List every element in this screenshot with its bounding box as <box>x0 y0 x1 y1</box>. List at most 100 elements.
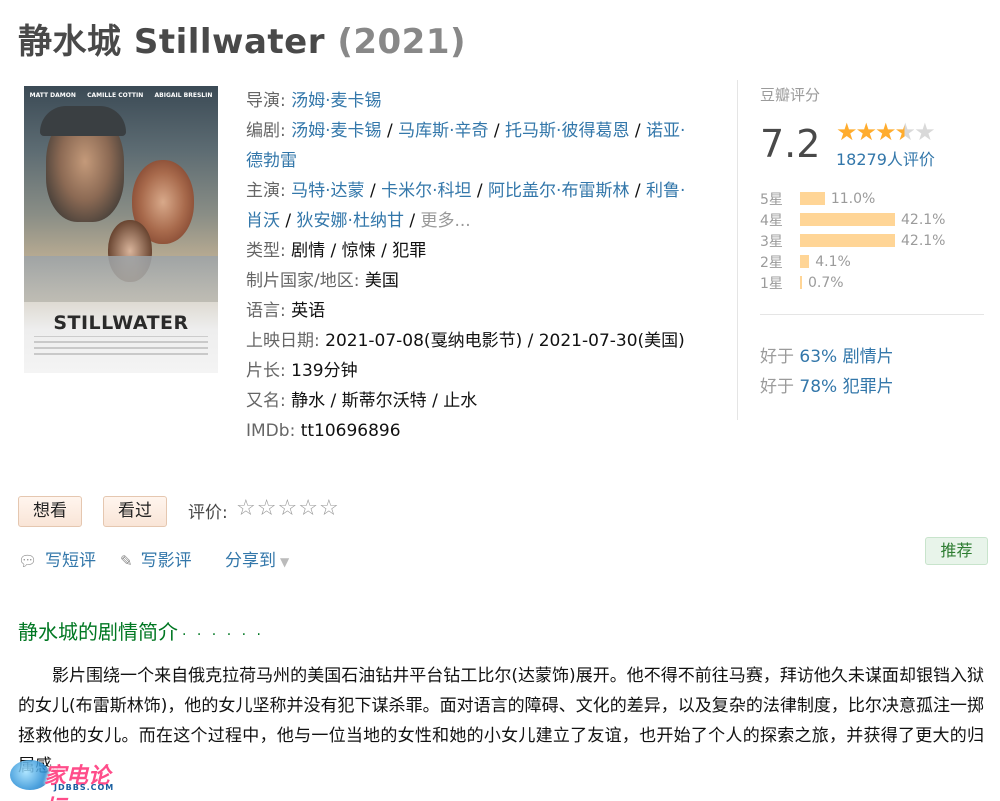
writers-label: 编剧: <box>246 121 286 141</box>
cast-more-link[interactable]: 更多... <box>421 211 471 231</box>
cast-link[interactable]: 马特·达蒙 <box>291 181 364 201</box>
runtime-row: 片长: 139分钟 <box>246 356 726 386</box>
star-icon: ★ <box>914 118 935 146</box>
rate-star-icon[interactable]: ☆ <box>319 496 340 521</box>
movie-poster[interactable]: MATT DAMON CAMILLE COTTIN ABIGAIL BRESLI… <box>24 86 218 373</box>
comment-icon: 💬︎ <box>18 552 38 570</box>
rating-bar-label: 3星 <box>760 233 783 250</box>
summary-title: 静水城的剧情简介 <box>18 620 178 644</box>
watermark-text: 家电论坛 <box>44 764 111 801</box>
better-prefix: 好于 <box>760 377 794 397</box>
summary-text: 影片围绕一个来自俄克拉荷马州的美国石油钻井平台钻工比尔(达蒙饰)展开。他不得不前… <box>18 666 984 776</box>
rating-panel: 豆瓣评分 7.2 ★★★★★ 18279人评价 5星 11.0% 4星 42.1% 3星… <box>737 80 984 420</box>
cast-link[interactable]: 卡米尔·科坦 <box>381 181 471 201</box>
star-icon: ★ <box>855 118 877 146</box>
watermark-sub: JDBBS.COM <box>54 783 115 792</box>
cast-label: 主演: <box>246 181 286 201</box>
rating-bar-percent: 0.7% <box>808 274 844 291</box>
page-title: 静水城 Stillwater (2021) <box>18 14 466 63</box>
short-review-link[interactable]: 💬︎ 写短评 <box>18 546 96 571</box>
better-link[interactable]: 78% 犯罪片 <box>799 377 893 397</box>
movie-info: 导演: 汤姆·麦卡锡 编剧: 汤姆·麦卡锡 / 马库斯·辛奇 / 托马斯·彼得葛… <box>246 86 726 446</box>
recommend-button[interactable]: 推荐 <box>925 537 988 565</box>
release-label: 上映日期: <box>246 331 320 351</box>
cast-link[interactable]: 肖沃 <box>246 211 280 231</box>
star-icon: ★ <box>875 118 896 146</box>
runtime-value: 139分钟 <box>291 361 358 381</box>
country-row: 制片国家/地区: 美国 <box>246 266 726 296</box>
rate-star-icon[interactable]: ☆ <box>257 496 278 521</box>
summary-dots: · · · · · · <box>182 627 264 643</box>
rate-stars[interactable]: ☆☆☆☆☆ <box>236 496 340 521</box>
poster-credits: MATT DAMON CAMILLE COTTIN ABIGAIL BRESLI… <box>24 92 218 99</box>
rating-bar-fill <box>800 213 895 226</box>
summary-heading: 静水城的剧情简介 · · · · · · <box>18 616 264 645</box>
rating-bar-row: 2星 4.1% <box>760 251 945 272</box>
title-en: Stillwater <box>133 22 325 62</box>
caret-down-icon: ▼ <box>280 555 290 569</box>
poster-fineprint <box>34 336 208 358</box>
better-link[interactable]: 63% 剧情片 <box>799 347 893 367</box>
better-pct: 78% <box>799 377 838 397</box>
language-row: 语言: 英语 <box>246 296 726 326</box>
cast-link[interactable]: 利鲁· <box>646 181 685 201</box>
poster-logo: STILLWATER <box>53 312 189 334</box>
poster-cityscape <box>24 256 218 302</box>
director-label: 导演: <box>246 91 286 111</box>
imdb-label: IMDb: <box>246 421 296 441</box>
rate-star-icon[interactable]: ☆ <box>277 496 298 521</box>
rating-distribution: 5星 11.0% 4星 42.1% 3星 42.1% 2星 4.1% 1星 0.7% <box>760 188 945 293</box>
writer-link[interactable]: 马库斯·辛奇 <box>398 121 488 141</box>
better-than-crime: 好于 78% 犯罪片 <box>760 372 894 397</box>
writers-row-cont: 德勃雷 <box>246 146 726 176</box>
writer-link[interactable]: 德勃雷 <box>246 151 297 171</box>
rating-bar-percent: 42.1% <box>901 232 946 249</box>
better-than-drama: 好于 63% 剧情片 <box>760 342 894 367</box>
cast-row: 主演: 马特·达蒙 / 卡米尔·科坦 / 阿比盖尔·布雷斯林 / 利鲁· <box>246 181 686 201</box>
rating-divider <box>760 314 984 315</box>
title-cn: 静水城 <box>18 22 122 62</box>
writer-link[interactable]: 诺亚· <box>646 121 685 141</box>
rating-bar-label: 4星 <box>760 212 783 229</box>
rating-bar-percent: 4.1% <box>815 253 851 270</box>
share-dropdown[interactable]: 分享到 ▼ <box>225 546 289 571</box>
want-to-watch-button[interactable]: 想看 <box>18 496 82 527</box>
rating-bar-fill <box>800 192 825 205</box>
imdb-row: IMDb: tt10696896 <box>246 416 726 446</box>
rate-star-icon[interactable]: ☆ <box>298 496 319 521</box>
cast-link[interactable]: 阿比盖尔·布雷斯林 <box>488 181 629 201</box>
poster-credit: ABIGAIL BRESLIN <box>154 92 213 99</box>
rating-bar-row: 1星 0.7% <box>760 272 945 293</box>
better-prefix: 好于 <box>760 347 794 367</box>
release-value: 2021-07-08(戛纳电影节) / 2021-07-30(美国) <box>325 331 685 351</box>
aka-row: 又名: 静水 / 斯蒂尔沃特 / 止水 <box>246 386 726 416</box>
poster-credit: MATT DAMON <box>29 92 76 99</box>
aka-label: 又名: <box>246 391 286 411</box>
star-icon: ★ <box>836 118 857 146</box>
share-label: 分享到 <box>225 551 276 571</box>
half-star-icon: ★ <box>894 118 916 146</box>
short-review-label: 写短评 <box>45 551 97 571</box>
rating-bar-fill <box>800 255 810 268</box>
cast-link[interactable]: 狄安娜·杜纳甘 <box>297 211 404 231</box>
writers-row: 编剧: 汤姆·麦卡锡 / 马库斯·辛奇 / 托马斯·彼得葛恩 / 诺亚· <box>246 121 686 141</box>
rating-title: 豆瓣评分 <box>760 86 821 104</box>
director-link[interactable]: 汤姆·麦卡锡 <box>291 91 381 111</box>
writer-link[interactable]: 汤姆·麦卡锡 <box>291 121 381 141</box>
genre-label: 类型: <box>246 241 286 261</box>
writer-link[interactable]: 托马斯·彼得葛恩 <box>505 121 629 141</box>
review-link[interactable]: ✎ 写影评 <box>120 546 192 571</box>
review-label: 写影评 <box>140 551 192 571</box>
rate-star-icon[interactable]: ☆ <box>236 496 257 521</box>
rating-bar-label: 2星 <box>760 254 783 271</box>
watched-button[interactable]: 看过 <box>103 496 167 527</box>
rating-bar-percent: 11.0% <box>830 190 876 207</box>
rating-stars: ★★★★★ <box>836 118 936 146</box>
imdb-value: tt10696896 <box>300 421 401 441</box>
rating-count-link[interactable]: 18279人评价 <box>836 146 935 170</box>
country-label: 制片国家/地区: <box>246 271 360 291</box>
poster-cap <box>40 106 126 136</box>
better-genre: 剧情片 <box>842 347 894 367</box>
rating-bar-percent: 42.1% <box>901 211 946 228</box>
aka-value: 静水 / 斯蒂尔沃特 / 止水 <box>291 391 478 411</box>
